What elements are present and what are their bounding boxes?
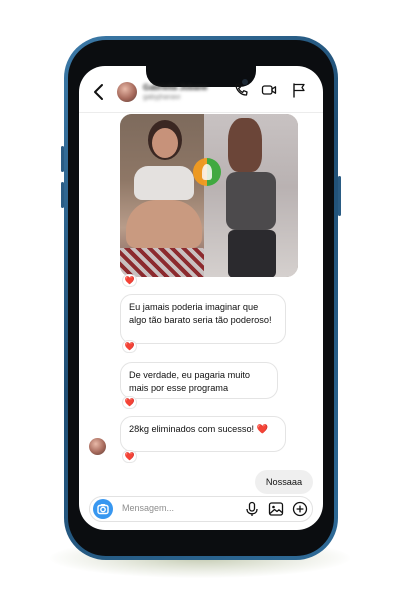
message-text: Eu jamais poderia imaginar que algo tão … <box>129 302 272 325</box>
video-icon[interactable] <box>261 82 277 98</box>
chat-screen: Gabriella Jobane gabyjhanavi ❤️ Eu jamai… <box>79 66 323 530</box>
message-3-heart-reaction[interactable]: ❤️ <box>123 451 136 462</box>
before-face <box>152 128 178 158</box>
message-text: Nossaaa <box>265 477 303 487</box>
contact-avatar[interactable] <box>117 82 137 102</box>
image-heart-reaction[interactable]: ❤️ <box>123 275 136 286</box>
brand-logo-watermark <box>193 158 221 186</box>
message-text: 28kg eliminados com sucesso! ❤️ <box>129 424 269 434</box>
message-bubble-3[interactable]: 28kg eliminados com sucesso! ❤️ <box>120 416 286 452</box>
after-leggings <box>228 230 276 277</box>
message-bubble-1[interactable]: Eu jamais poderia imaginar que algo tão … <box>120 294 286 344</box>
chat-header: Gabriella Jobane gabyjhanavi <box>79 66 323 113</box>
camera-icon[interactable] <box>93 499 113 519</box>
message-bubble-2[interactable]: De verdade, eu pagaria muito mais por es… <box>120 362 278 399</box>
phone-icon[interactable] <box>233 82 249 98</box>
contact-name[interactable]: Gabriella Jobane <box>143 83 207 92</box>
volume-up-button <box>61 146 64 172</box>
message-2-heart-reaction[interactable]: ❤️ <box>123 397 136 408</box>
flag-icon[interactable] <box>291 82 307 98</box>
volume-down-button <box>61 182 64 208</box>
before-belly <box>126 200 202 248</box>
before-skirt <box>120 248 204 277</box>
message-1-heart-reaction[interactable]: ❤️ <box>123 341 136 352</box>
message-text: De verdade, eu pagaria muito mais por es… <box>129 370 251 393</box>
contact-handle: gabyjhanavi <box>143 94 181 101</box>
message-input[interactable]: Mensagem... <box>122 503 174 513</box>
before-top <box>134 166 194 200</box>
before-after-photo[interactable] <box>120 114 298 277</box>
message-composer: Mensagem... <box>89 496 313 522</box>
phone-frame: Gabriella Jobane gabyjhanavi ❤️ Eu jamai… <box>61 36 341 560</box>
microphone-icon[interactable] <box>244 501 260 517</box>
sender-avatar[interactable] <box>89 438 106 455</box>
after-top <box>226 172 276 230</box>
gallery-icon[interactable] <box>268 501 284 517</box>
after-hair <box>228 118 262 172</box>
back-arrow-icon[interactable] <box>89 82 109 102</box>
add-icon[interactable] <box>292 501 308 517</box>
outgoing-message-bubble[interactable]: Nossaaa <box>255 470 313 494</box>
power-button <box>338 176 341 216</box>
